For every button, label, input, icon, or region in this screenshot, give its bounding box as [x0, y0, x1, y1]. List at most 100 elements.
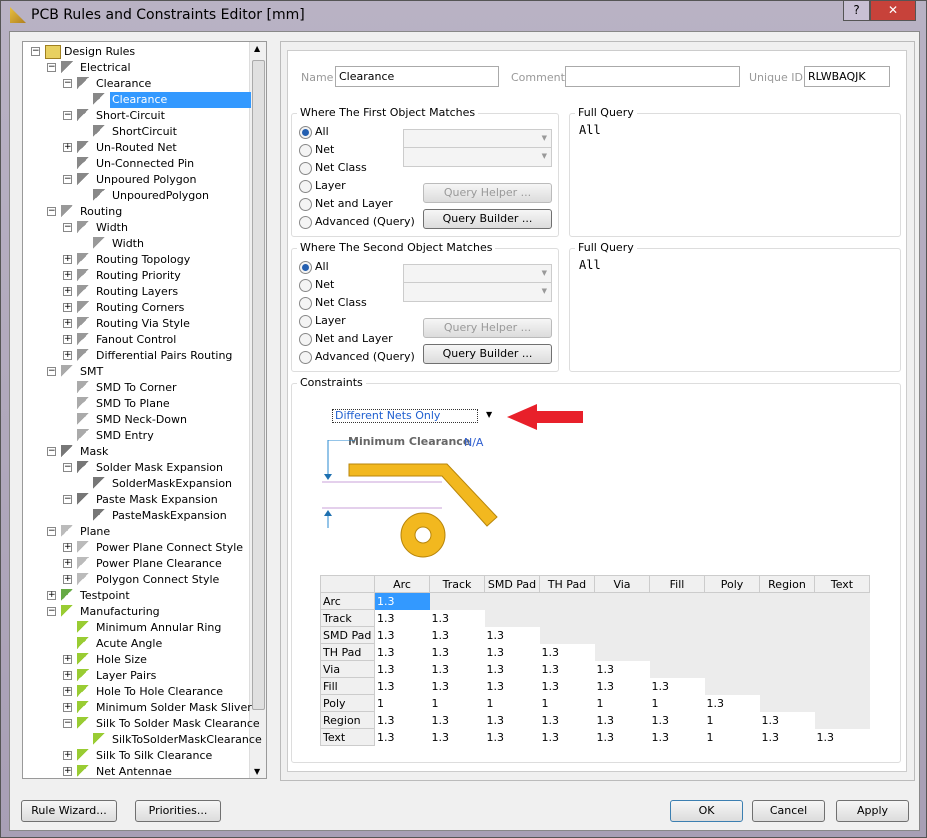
- scroll-thumb[interactable]: [252, 60, 265, 710]
- matrix-cell[interactable]: 1: [649, 694, 705, 712]
- expand-icon[interactable]: +: [63, 351, 72, 360]
- tree-item[interactable]: SMD To Corner: [23, 380, 251, 396]
- expand-icon[interactable]: +: [63, 687, 72, 696]
- first-full-query-text[interactable]: All: [579, 123, 601, 137]
- matrix-cell[interactable]: 1.3: [374, 609, 430, 627]
- tree-item[interactable]: + Routing Priority: [23, 268, 251, 284]
- collapse-icon[interactable]: −: [47, 447, 56, 456]
- matrix-cell[interactable]: 1.3: [429, 677, 485, 695]
- net-class-combo[interactable]: [403, 147, 552, 167]
- query-builder-button[interactable]: Query Builder ...: [423, 344, 552, 364]
- matrix-cell[interactable]: 1.3: [374, 660, 430, 678]
- name-input[interactable]: Clearance: [335, 66, 499, 87]
- collapse-icon[interactable]: −: [63, 719, 72, 728]
- query-builder-button[interactable]: Query Builder ...: [423, 209, 552, 229]
- tree-item[interactable]: − Silk To Solder Mask Clearance: [23, 716, 260, 732]
- tree-item[interactable]: + Routing Layers: [23, 284, 251, 300]
- tree-item[interactable]: + Power Plane Connect Style: [23, 540, 251, 556]
- matrix-cell[interactable]: 1.3: [759, 728, 815, 746]
- ok-button[interactable]: OK: [670, 800, 743, 822]
- second-full-query-text[interactable]: All: [579, 258, 601, 272]
- tree-item[interactable]: Un-Connected Pin: [23, 156, 251, 172]
- tree-item[interactable]: + Routing Corners: [23, 300, 251, 316]
- query-helper-button[interactable]: Query Helper ...: [423, 318, 552, 338]
- scroll-down-icon[interactable]: ▼: [254, 767, 260, 776]
- tree-item[interactable]: + Net Antennae: [23, 764, 251, 778]
- matrix-cell[interactable]: 1.3: [429, 660, 485, 678]
- matrix-cell[interactable]: 1.3: [539, 677, 595, 695]
- tree-item[interactable]: + Silk To Silk Clearance: [23, 748, 251, 764]
- collapse-icon[interactable]: −: [63, 175, 72, 184]
- matrix-cell[interactable]: 1.3: [814, 728, 870, 746]
- matrix-cell[interactable]: 1.3: [539, 643, 595, 661]
- expand-icon[interactable]: +: [63, 319, 72, 328]
- collapse-icon[interactable]: −: [47, 367, 56, 376]
- collapse-icon[interactable]: −: [63, 495, 72, 504]
- rules-tree[interactable]: ▲ ▼ − Design Rules − Electrical − Clearance Cl…: [22, 41, 267, 779]
- matrix-cell[interactable]: 1.3: [429, 728, 485, 746]
- matrix-cell[interactable]: 1.3: [594, 728, 650, 746]
- tree-scrollbar[interactable]: ▲ ▼: [249, 42, 266, 778]
- radio-first-5[interactable]: Advanced (Query): [299, 215, 415, 229]
- matrix-cell[interactable]: 1.3: [594, 711, 650, 729]
- matrix-cell[interactable]: 1.3: [374, 711, 430, 729]
- matrix-cell[interactable]: 1.3: [374, 728, 430, 746]
- scroll-up-icon[interactable]: ▲: [254, 44, 260, 53]
- expand-icon[interactable]: +: [63, 143, 72, 152]
- matrix-cell[interactable]: 1.3: [429, 643, 485, 661]
- matrix-cell[interactable]: 1.3: [649, 728, 705, 746]
- radio-first-1[interactable]: Net: [299, 143, 334, 157]
- apply-button[interactable]: Apply: [836, 800, 909, 822]
- radio-first-3[interactable]: Layer: [299, 179, 346, 193]
- tree-item[interactable]: + Minimum Solder Mask Sliver: [23, 700, 252, 716]
- matrix-cell[interactable]: 1: [429, 694, 485, 712]
- tree-item[interactable]: Width: [23, 236, 251, 252]
- tree-item[interactable]: − Mask: [23, 444, 251, 460]
- matrix-cell[interactable]: 1: [704, 728, 760, 746]
- tree-item[interactable]: − Manufacturing: [23, 604, 251, 620]
- tree-item[interactable]: + Hole To Hole Clearance: [23, 684, 251, 700]
- matrix-cell[interactable]: 1.3: [539, 728, 595, 746]
- tree-item[interactable]: + Fanout Control: [23, 332, 251, 348]
- matrix-cell[interactable]: 1: [374, 694, 430, 712]
- matrix-cell[interactable]: 1: [539, 694, 595, 712]
- help-button[interactable]: ?: [843, 1, 870, 21]
- unique-id-input[interactable]: RLWBAQJK: [804, 66, 890, 87]
- priorities-button[interactable]: Priorities...: [135, 800, 221, 822]
- collapse-icon[interactable]: −: [63, 79, 72, 88]
- tree-item[interactable]: SMD Entry: [23, 428, 251, 444]
- radio-second-1[interactable]: Net: [299, 278, 334, 292]
- radio-second-2[interactable]: Net Class: [299, 296, 367, 310]
- comment-input[interactable]: [565, 66, 740, 87]
- expand-icon[interactable]: +: [63, 655, 72, 664]
- matrix-cell[interactable]: 1.3: [429, 626, 485, 644]
- matrix-cell[interactable]: 1.3: [374, 677, 430, 695]
- matrix-cell[interactable]: 1.3: [484, 660, 540, 678]
- tree-item[interactable]: + Testpoint: [23, 588, 251, 604]
- collapse-icon[interactable]: −: [63, 111, 72, 120]
- tree-item[interactable]: − Unpoured Polygon: [23, 172, 251, 188]
- tree-item[interactable]: − Design Rules: [23, 44, 251, 60]
- matrix-cell[interactable]: 1.3: [594, 660, 650, 678]
- matrix-cell[interactable]: 1.3: [484, 643, 540, 661]
- tree-item[interactable]: PasteMaskExpansion: [23, 508, 251, 524]
- matrix-cell[interactable]: 1.3: [484, 728, 540, 746]
- tree-item[interactable]: − SMT: [23, 364, 251, 380]
- net-class-combo[interactable]: [403, 282, 552, 302]
- tree-item[interactable]: + Power Plane Clearance: [23, 556, 251, 572]
- tree-item[interactable]: + Polygon Connect Style: [23, 572, 251, 588]
- matrix-cell[interactable]: 1.3: [374, 643, 430, 661]
- matrix-cell[interactable]: 1.3: [429, 711, 485, 729]
- expand-icon[interactable]: +: [63, 543, 72, 552]
- net-combo[interactable]: [403, 129, 552, 149]
- expand-icon[interactable]: +: [63, 287, 72, 296]
- expand-icon[interactable]: +: [63, 335, 72, 344]
- tree-item[interactable]: UnpouredPolygon: [23, 188, 251, 204]
- tree-item[interactable]: + Hole Size: [23, 652, 251, 668]
- expand-icon[interactable]: +: [63, 559, 72, 568]
- matrix-cell[interactable]: 1.3: [594, 677, 650, 695]
- collapse-icon[interactable]: −: [47, 63, 56, 72]
- clearance-matrix[interactable]: Arc Track SMD Pad TH Pad Via Fill Poly Region Te…: [320, 575, 870, 746]
- tree-item[interactable]: Minimum Annular Ring: [23, 620, 251, 636]
- matrix-cell[interactable]: 1: [484, 694, 540, 712]
